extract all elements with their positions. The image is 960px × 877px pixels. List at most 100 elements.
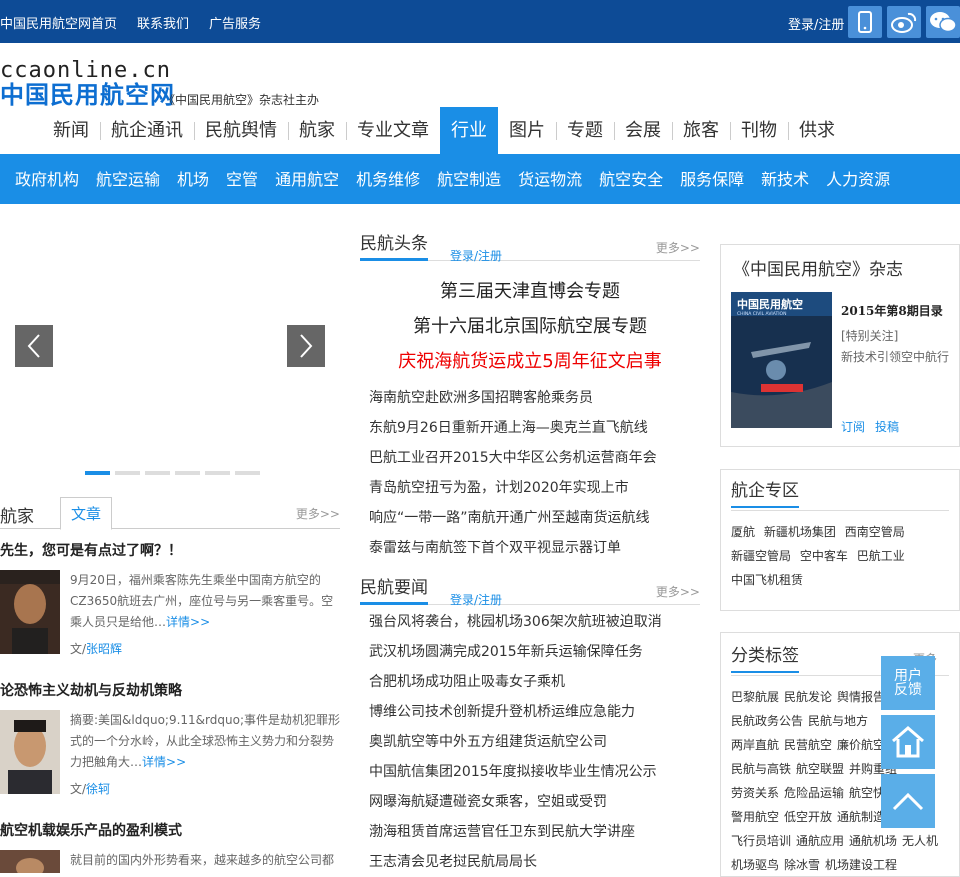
subnav-item[interactable]: 机务维修 xyxy=(341,154,422,204)
headlines-login-link[interactable]: 登录/注册 xyxy=(450,247,502,264)
subnav-item[interactable]: 货运物流 xyxy=(503,154,584,204)
airline-link[interactable]: 西南空管局 xyxy=(845,525,905,539)
tag-link[interactable]: 巴黎航展 xyxy=(731,690,779,704)
headline-item[interactable]: 响应“一带一路”南航开通广州至越南货运航线 xyxy=(369,503,657,533)
author-name[interactable]: 徐轲 xyxy=(86,782,110,796)
nav-item[interactable]: 刊物 xyxy=(730,107,788,154)
nav-item[interactable]: 行业 xyxy=(440,107,498,154)
airline-link[interactable]: 新疆空管局 xyxy=(731,549,791,563)
airline-link[interactable]: 巴航工业 xyxy=(857,549,905,563)
news-more-link[interactable]: 更多>> xyxy=(656,583,700,600)
headlines-more-link[interactable]: 更多>> xyxy=(656,239,700,256)
headline-item[interactable]: 青岛航空扭亏为盈，计划2020年实现上市 xyxy=(369,473,657,503)
subnav-item[interactable]: 航空运输 xyxy=(81,154,162,204)
article-thumbnail[interactable] xyxy=(0,570,60,654)
subnav-item[interactable]: 航空安全 xyxy=(584,154,665,204)
tag-link[interactable]: 航空快 xyxy=(849,786,885,800)
slider-dot[interactable] xyxy=(115,471,140,475)
feature-link[interactable]: 第十六届北京国际航空展专题 xyxy=(360,312,700,338)
tag-link[interactable]: 通航应用 xyxy=(796,834,844,848)
mobile-icon[interactable] xyxy=(848,6,882,38)
news-item[interactable]: 中国航信集团2015年度拟接收毕业生情况公示 xyxy=(369,757,662,787)
subnav-item[interactable]: 人力资源 xyxy=(811,154,892,204)
tag-link[interactable]: 警用航空 xyxy=(731,810,779,824)
tag-link[interactable]: 民航与地方 xyxy=(808,714,868,728)
news-item[interactable]: 网曝海航疑遭碰瓷女乘客，空姐或受罚 xyxy=(369,787,662,817)
tag-link[interactable]: 劳资关系 xyxy=(731,786,779,800)
tag-link[interactable]: 通航制造 xyxy=(837,810,885,824)
tag-link[interactable]: 民航与高铁 xyxy=(731,762,791,776)
airline-link[interactable]: 厦航 xyxy=(731,525,755,539)
slider-dot[interactable] xyxy=(145,471,170,475)
airline-link[interactable]: 新疆机场集团 xyxy=(764,525,836,539)
article-detail-link[interactable]: 详情>> xyxy=(166,615,210,629)
article-title[interactable]: 航空机载娱乐产品的盈利模式 xyxy=(0,820,182,840)
slider-dot[interactable] xyxy=(175,471,200,475)
weibo-icon[interactable] xyxy=(887,6,921,38)
slider-prev-button[interactable] xyxy=(15,325,53,367)
news-item[interactable]: 博维公司技术创新提升登机桥运维应急能力 xyxy=(369,697,662,727)
top-link-home[interactable]: 中国民用航空网首页 xyxy=(0,13,117,32)
slider-dot[interactable] xyxy=(235,471,260,475)
slider-next-button[interactable] xyxy=(287,325,325,367)
articles-more-link[interactable]: 更多>> xyxy=(296,505,340,522)
subnav-item[interactable]: 服务保障 xyxy=(665,154,746,204)
magazine-desc[interactable]: 新技术引领空中航行 xyxy=(841,348,949,365)
feedback-button[interactable]: 用户反馈 xyxy=(881,656,935,710)
top-login-link[interactable]: 登录/注册 xyxy=(788,14,844,33)
site-logo[interactable]: ccaonline.cn 中国民用航空网 《中国民用航空》杂志社主办 xyxy=(0,60,319,109)
tag-link[interactable]: 通航机场 xyxy=(849,834,897,848)
headline-item[interactable]: 巴航工业召开2015大中华区公务机运营商年会 xyxy=(369,443,657,473)
subnav-item[interactable]: 空管 xyxy=(211,154,260,204)
tag-link[interactable]: 机场建设工程 xyxy=(825,858,897,872)
nav-item[interactable]: 新闻 xyxy=(42,107,100,154)
tag-link[interactable]: 舆情报告 xyxy=(837,690,885,704)
nav-item[interactable]: 航家 xyxy=(288,107,346,154)
submit-link[interactable]: 投稿 xyxy=(875,418,899,435)
article-detail-link[interactable]: 详情>> xyxy=(142,755,186,769)
airline-link[interactable]: 中国飞机租赁 xyxy=(731,573,803,587)
nav-item[interactable]: 民航舆情 xyxy=(194,107,288,154)
subnav-item[interactable]: 机场 xyxy=(162,154,211,204)
tab-articles[interactable]: 文章 xyxy=(60,497,112,530)
tag-link[interactable]: 航空联盟 xyxy=(796,762,844,776)
tab-experts[interactable]: 航家 xyxy=(0,502,34,527)
top-link-contact[interactable]: 联系我们 xyxy=(137,13,189,32)
top-link-ads[interactable]: 广告服务 xyxy=(209,13,261,32)
magazine-title[interactable]: 《中国民用航空》杂志 xyxy=(733,259,903,285)
article-thumbnail[interactable] xyxy=(0,850,60,873)
headline-item[interactable]: 东航9月26日重新开通上海—奥克兰直飞航线 xyxy=(369,413,657,443)
nav-item[interactable]: 专业文章 xyxy=(346,107,440,154)
tag-link[interactable]: 飞行员培训 xyxy=(731,834,791,848)
tag-link[interactable]: 民营航空 xyxy=(784,738,832,752)
news-item[interactable]: 强台风将袭台，桃园机场306架次航班被迫取消 xyxy=(369,607,662,637)
nav-item[interactable]: 航企通讯 xyxy=(100,107,194,154)
news-login-link[interactable]: 登录/注册 xyxy=(450,591,502,608)
nav-item[interactable]: 旅客 xyxy=(672,107,730,154)
subnav-item[interactable]: 新技术 xyxy=(746,154,811,204)
subnav-item[interactable]: 航空制造 xyxy=(422,154,503,204)
headline-item[interactable]: 泰雷兹与南航签下首个双平视显示器订单 xyxy=(369,533,657,563)
author-name[interactable]: 张昭辉 xyxy=(86,642,122,656)
magazine-cover[interactable]: 中国民用航空 CHINA CIVIL AVIATION xyxy=(731,292,832,428)
news-item[interactable]: 武汉机场圆满完成2015年新兵运输保障任务 xyxy=(369,637,662,667)
subscribe-link[interactable]: 订阅 xyxy=(841,418,865,435)
tag-link[interactable]: 机场驱鸟 xyxy=(731,858,779,872)
news-item[interactable]: 合肥机场成功阻止吸毒女子乘机 xyxy=(369,667,662,697)
tag-link[interactable]: 低空开放 xyxy=(784,810,832,824)
home-button[interactable] xyxy=(881,715,935,769)
headline-item[interactable]: 海南航空赴欧洲多国招聘客舱乘务员 xyxy=(369,383,657,413)
tag-link[interactable]: 无人机 xyxy=(902,834,938,848)
news-item[interactable]: 渤海租赁首席运营官任卫东到民航大学讲座 xyxy=(369,817,662,847)
tag-link[interactable]: 民航发论 xyxy=(784,690,832,704)
subnav-item[interactable]: 通用航空 xyxy=(260,154,341,204)
subnav-item[interactable]: 政府机构 xyxy=(0,154,81,204)
magazine-issue[interactable]: 2015年第8期目录 xyxy=(841,302,943,319)
news-item[interactable]: 奥凯航空等中外五方组建货运航空公司 xyxy=(369,727,662,757)
tag-link[interactable]: 廉价航空 xyxy=(837,738,885,752)
tag-link[interactable]: 除冰雪 xyxy=(784,858,820,872)
nav-item[interactable]: 供求 xyxy=(788,107,846,154)
tag-link[interactable]: 两岸直航 xyxy=(731,738,779,752)
back-to-top-button[interactable] xyxy=(881,774,935,828)
slider-dot[interactable] xyxy=(85,471,110,475)
